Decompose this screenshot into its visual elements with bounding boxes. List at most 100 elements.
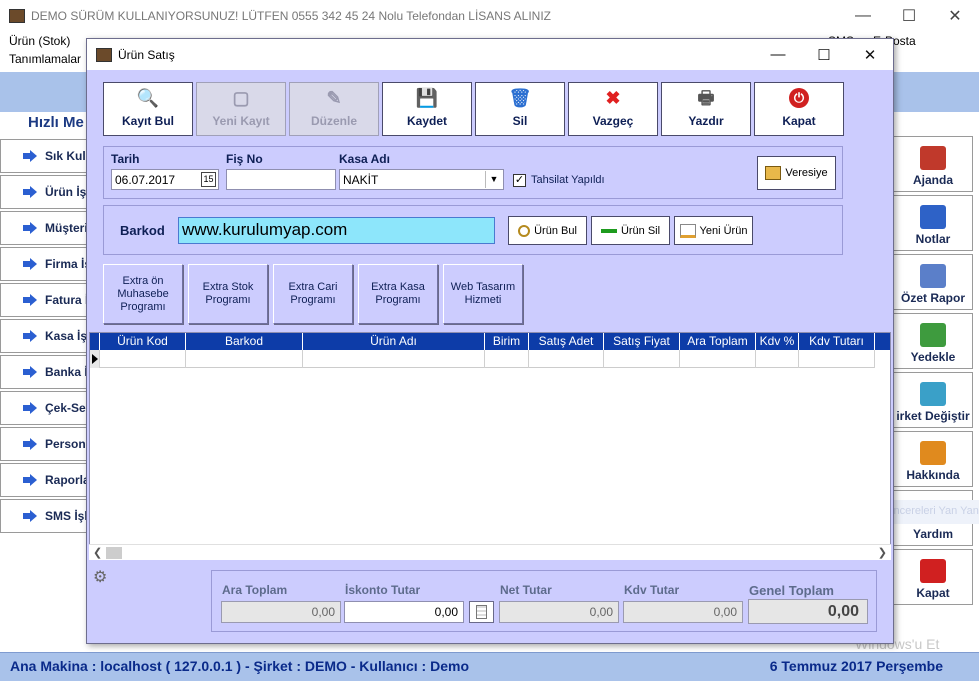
fis-no-input[interactable] — [226, 169, 336, 190]
quick-menu-item[interactable]: Sık Kull — [0, 139, 92, 173]
arrow-right-icon — [23, 222, 37, 234]
yazdir-button[interactable]: 🖶 Yazdır — [661, 82, 751, 136]
edit-icon: ✎ — [326, 88, 342, 108]
veresiye-button[interactable]: Veresiye — [757, 156, 836, 190]
scroll-thumb[interactable] — [106, 547, 122, 559]
extra-cari-button[interactable]: Extra Cari Programı — [273, 264, 353, 324]
grid-cell[interactable] — [303, 350, 485, 368]
column-header[interactable]: Satış Fiyat — [604, 333, 680, 350]
scroll-right-icon[interactable]: ❯ — [878, 546, 887, 559]
column-header[interactable]: Ara Toplam — [680, 333, 756, 350]
urun-bul-button[interactable]: Ürün Bul — [508, 216, 587, 245]
kapat-dialog-button[interactable]: ⏻ Kapat — [754, 82, 844, 136]
quick-menu-item[interactable]: Çek-Ser — [0, 391, 92, 425]
notlar-button[interactable]: Notlar — [893, 195, 973, 251]
quick-menu-item[interactable]: Persone — [0, 427, 92, 461]
table-row[interactable] — [90, 350, 875, 368]
column-header[interactable]: Birim — [485, 333, 529, 350]
yeni-kayit-button[interactable]: ▢ Yeni Kayıt — [196, 82, 286, 136]
column-header[interactable]: Satış Adet — [529, 333, 604, 350]
close-icon[interactable]: ✕ — [932, 0, 978, 32]
cancel-icon: ✖ — [605, 88, 621, 108]
quick-menu-item[interactable]: Kasa İşl — [0, 319, 92, 353]
hakkinda-icon — [920, 441, 946, 465]
grid-cell[interactable] — [756, 350, 799, 368]
extra-muhasebe-button[interactable]: Extra ön Muhasebe Programı — [103, 264, 183, 324]
horizontal-scrollbar[interactable]: ❮ ❯ — [89, 544, 891, 560]
dialog-minimize-icon[interactable]: — — [755, 39, 801, 70]
minimize-icon[interactable]: — — [840, 0, 886, 32]
dialog-close-icon[interactable]: ✕ — [847, 39, 893, 70]
ara-toplam-value: 0,00 — [221, 601, 341, 623]
grid-cell[interactable] — [529, 350, 604, 368]
vazgec-button[interactable]: ✖ Vazgeç — [568, 82, 658, 136]
ajanda-icon — [920, 146, 946, 170]
gear-icon[interactable]: ⚙ — [93, 567, 107, 587]
yeni-urun-button[interactable]: Yeni Ürün — [674, 216, 753, 245]
quick-menu-item[interactable]: Firma İşl — [0, 247, 92, 281]
extra-stok-button[interactable]: Extra Stok Programı — [188, 264, 268, 324]
calendar-icon[interactable]: 15 — [201, 172, 216, 187]
column-header[interactable]: Kdv Tutarı — [799, 333, 875, 350]
kapat-button[interactable]: Kapat — [893, 549, 973, 605]
calculator-icon[interactable] — [469, 601, 494, 623]
yedekle-button[interactable]: Yedekle — [893, 313, 973, 369]
new-record-icon: ▢ — [232, 88, 250, 108]
column-header[interactable]: Barkod — [186, 333, 303, 350]
status-connection: Ana Makina : localhost ( 127.0.0.1 ) - Ş… — [10, 658, 469, 674]
net-tutar-label: Net Tutar — [500, 583, 552, 597]
genel-toplam-label: Genel Toplam — [749, 583, 834, 598]
maximize-icon[interactable]: ☐ — [886, 0, 932, 32]
dialog-title-bar: Ürün Satış — ☐ ✕ — [87, 39, 893, 70]
sil-button[interactable]: 🗑 Sil — [475, 82, 565, 136]
grid-cell[interactable] — [100, 350, 186, 368]
main-title-bar: DEMO SÜRÜM KULLANIYORSUNUZ! LÜTFEN 0555 … — [0, 0, 979, 32]
power-icon: ⏻ — [789, 88, 809, 108]
totals-frame: Ara Toplam 0,00 İskonto Tutar 0,00 Net T… — [211, 570, 877, 632]
quick-menu-item[interactable]: Müşteri — [0, 211, 92, 245]
extra-kasa-button[interactable]: Extra Kasa Programı — [358, 264, 438, 324]
column-header[interactable]: Kdv % — [756, 333, 799, 350]
genel-toplam-value: 0,00 — [748, 599, 868, 624]
column-header[interactable]: Ürün Kod — [100, 333, 186, 350]
urun-sil-button[interactable]: Ürün Sil — [591, 216, 670, 245]
scroll-left-icon[interactable]: ❮ — [93, 546, 102, 559]
menu-item-tanimlamalar[interactable]: Tanımlamalar — [9, 52, 81, 66]
quick-menu-item[interactable]: Fatura İ — [0, 283, 92, 317]
kaydet-button[interactable]: 💾 Kaydet — [382, 82, 472, 136]
kapat-icon — [920, 559, 946, 583]
barkod-input[interactable]: www.kurulumyap.com — [178, 217, 495, 244]
tarih-date-field[interactable]: 06.07.2017 15 — [111, 169, 219, 190]
quick-menu-item[interactable]: Raporlar — [0, 463, 92, 497]
dialog-maximize-icon[interactable]: ☐ — [801, 39, 847, 70]
sirket-degistir-button[interactable]: irket Değiştir — [893, 372, 973, 428]
arrow-right-icon — [23, 330, 37, 342]
kayit-bul-button[interactable]: 🔍 Kayıt Bul — [103, 82, 193, 136]
web-tasarim-button[interactable]: Web Tasarım Hizmeti — [443, 264, 523, 324]
grid-cell[interactable] — [680, 350, 756, 368]
iskonto-input[interactable]: 0,00 — [344, 601, 464, 623]
print-icon: 🖶 — [697, 88, 715, 108]
ajanda-button[interactable]: Ajanda — [893, 136, 973, 192]
main-window-title: DEMO SÜRÜM KULLANIYORSUNUZ! LÜTFEN 0555 … — [31, 9, 551, 23]
grid-cell[interactable] — [186, 350, 303, 368]
status-bar: Ana Makina : localhost ( 127.0.0.1 ) - Ş… — [0, 652, 979, 681]
kdv-tutar-label: Kdv Tutar — [624, 583, 680, 597]
urun-grid[interactable]: Ürün Kod Barkod Ürün Adı Birim Satış Ade… — [89, 332, 891, 560]
menu-item-urun[interactable]: Ürün (Stok) — [9, 34, 70, 48]
dialog-app-icon — [96, 47, 112, 62]
grid-cell[interactable] — [485, 350, 529, 368]
quick-menu-item[interactable]: SMS İşle — [0, 499, 92, 533]
quick-menu-item[interactable]: Banka İş — [0, 355, 92, 389]
ozet-rapor-button[interactable]: Özet Rapor — [893, 254, 973, 310]
tahsilat-checkbox[interactable]: ✓ — [513, 174, 526, 187]
hakkinda-button[interactable]: Hakkında — [893, 431, 973, 487]
column-header[interactable]: Ürün Adı — [303, 333, 485, 350]
kasa-adi-select[interactable]: NAKİT ▼ — [339, 169, 504, 190]
duzenle-button[interactable]: ✎ Düzenle — [289, 82, 379, 136]
grid-cell[interactable] — [799, 350, 875, 368]
quick-menu-item[interactable]: Ürün İşl — [0, 175, 92, 209]
arrow-right-icon — [23, 402, 37, 414]
chevron-down-icon[interactable]: ▼ — [485, 171, 502, 188]
grid-cell[interactable] — [604, 350, 680, 368]
